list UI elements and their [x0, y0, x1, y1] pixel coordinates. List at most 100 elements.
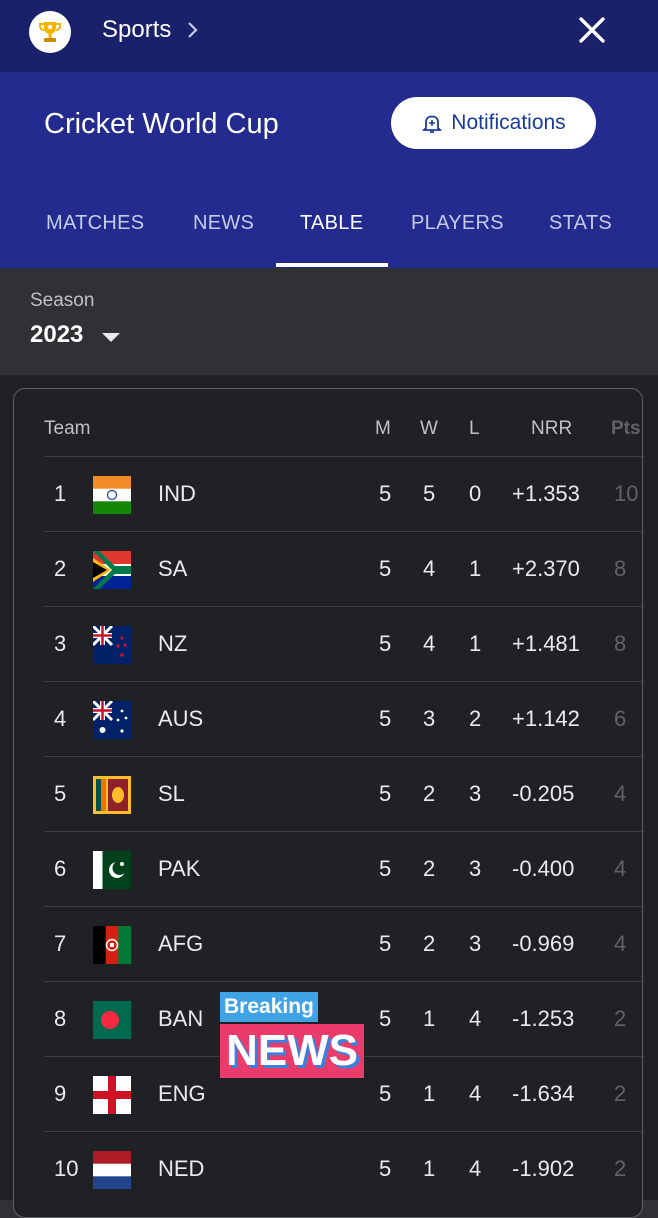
points-cell: 2 — [614, 1081, 627, 1106]
top-bar — [0, 0, 658, 72]
rank-cell: 3 — [54, 631, 67, 656]
losses-cell: 3 — [469, 931, 482, 956]
dropdown-caret-icon[interactable] — [102, 333, 120, 342]
losses-cell: 3 — [469, 856, 482, 881]
wins-cell: 2 — [423, 856, 436, 881]
losses-cell: 1 — [469, 556, 482, 581]
points-cell: 2 — [614, 1006, 627, 1031]
header-wins: W — [420, 418, 438, 439]
close-icon[interactable] — [576, 14, 608, 46]
wins-cell: 4 — [423, 556, 436, 581]
nrr-cell: +1.142 — [512, 706, 580, 731]
wins-cell: 1 — [423, 1156, 436, 1181]
season-dropdown[interactable]: 2023 — [30, 321, 83, 349]
table-row[interactable]: 7 AFG 5 2 3 -0.969 4 — [44, 906, 644, 982]
wins-cell: 2 — [423, 931, 436, 956]
matches-cell: 5 — [379, 706, 392, 731]
points-cell: 4 — [614, 931, 627, 956]
flag-eng-icon — [93, 1076, 131, 1114]
news-label: NEWS — [220, 1024, 364, 1078]
page-title: Cricket World Cup — [44, 108, 279, 140]
team-name-cell: PAK — [158, 856, 201, 881]
flag-afg-icon — [93, 926, 131, 964]
notifications-button[interactable]: Notifications — [391, 97, 596, 149]
table-row[interactable]: 3 NZ 5 4 1 +1.481 8 — [44, 606, 644, 682]
wins-cell: 5 — [423, 481, 436, 506]
rank-cell: 1 — [54, 481, 67, 506]
team-name-cell: NED — [158, 1156, 205, 1181]
points-cell: 4 — [614, 856, 627, 881]
nrr-cell: +1.481 — [512, 631, 580, 656]
matches-cell: 5 — [379, 1156, 392, 1181]
flag-sa-icon — [93, 551, 131, 589]
nrr-cell: -0.969 — [512, 931, 575, 956]
losses-cell: 4 — [469, 1156, 482, 1181]
bell-plus-icon — [422, 115, 443, 133]
rank-cell: 8 — [54, 1006, 67, 1031]
points-cell: 4 — [614, 781, 627, 806]
header-nrr: NRR — [531, 418, 573, 439]
table-row[interactable]: 1 IND 5 5 0 +1.353 10 — [44, 456, 644, 532]
tab-news[interactable]: NEWS — [193, 208, 254, 238]
flag-ind-icon — [93, 476, 131, 514]
points-cell: 8 — [614, 556, 627, 581]
matches-cell: 5 — [379, 1006, 392, 1031]
table-row[interactable]: 5 SL 5 2 3 -0.205 4 — [44, 756, 644, 832]
flag-ned-icon — [93, 1151, 131, 1189]
flag-ban-icon — [93, 1001, 131, 1039]
team-name-cell: ENG — [158, 1081, 206, 1106]
tab-matches[interactable]: MATCHES — [46, 208, 144, 238]
flag-aus-icon — [93, 701, 131, 739]
rank-cell: 6 — [54, 856, 67, 881]
losses-cell: 4 — [469, 1081, 482, 1106]
table-row[interactable]: 4 AUS 5 3 2 +1.142 6 — [44, 681, 644, 757]
nrr-cell: -0.205 — [512, 781, 575, 806]
team-name-cell: IND — [158, 481, 196, 506]
wins-cell: 2 — [423, 781, 436, 806]
matches-cell: 5 — [379, 931, 392, 956]
wins-cell: 1 — [423, 1081, 436, 1106]
header-team: Team — [44, 418, 91, 439]
team-name-cell: SA — [158, 556, 188, 581]
points-cell: 2 — [614, 1156, 627, 1181]
team-name-cell: SL — [158, 781, 185, 806]
header-losses: L — [469, 418, 480, 439]
team-name-cell: AUS — [158, 706, 204, 731]
rank-cell: 2 — [54, 556, 67, 581]
rank-cell: 5 — [54, 781, 67, 806]
rank-cell: 7 — [54, 931, 67, 956]
tab-table[interactable]: TABLE — [300, 208, 363, 238]
rank-cell: 10 — [54, 1156, 79, 1181]
losses-cell: 4 — [469, 1006, 482, 1031]
wins-cell: 4 — [423, 631, 436, 656]
table-row[interactable]: 2 SA 5 4 1 +2.370 8 — [44, 531, 644, 607]
flag-nz-icon — [93, 626, 131, 664]
season-label: Season — [30, 290, 95, 311]
matches-cell: 5 — [379, 856, 392, 881]
flag-sl-icon — [93, 776, 131, 814]
flag-pak-icon — [93, 851, 131, 889]
table-row[interactable]: 10 NED 5 1 4 -1.902 2 — [44, 1131, 644, 1207]
matches-cell: 5 — [379, 631, 392, 656]
losses-cell: 0 — [469, 481, 482, 506]
breadcrumb-sports[interactable]: Sports — [102, 14, 171, 46]
team-name-cell: AFG — [158, 931, 204, 956]
rank-cell: 4 — [54, 706, 67, 731]
matches-cell: 5 — [379, 481, 392, 506]
nrr-cell: +1.353 — [512, 481, 580, 506]
tab-stats[interactable]: STATS — [549, 208, 612, 238]
wins-cell: 1 — [423, 1006, 436, 1031]
header-points: Pts — [611, 418, 641, 439]
rank-cell: 9 — [54, 1081, 67, 1106]
team-name-cell: NZ — [158, 631, 188, 656]
tab-players[interactable]: PLAYERS — [411, 208, 504, 238]
table-row[interactable]: 6 PAK 5 2 3 -0.400 4 — [44, 831, 644, 907]
points-cell: 6 — [614, 706, 627, 731]
losses-cell: 3 — [469, 781, 482, 806]
points-cell: 8 — [614, 631, 627, 656]
losses-cell: 1 — [469, 631, 482, 656]
losses-cell: 2 — [469, 706, 482, 731]
nrr-cell: -1.902 — [512, 1156, 575, 1181]
chevron-right-icon — [188, 22, 198, 38]
trophy-icon[interactable] — [29, 11, 71, 53]
